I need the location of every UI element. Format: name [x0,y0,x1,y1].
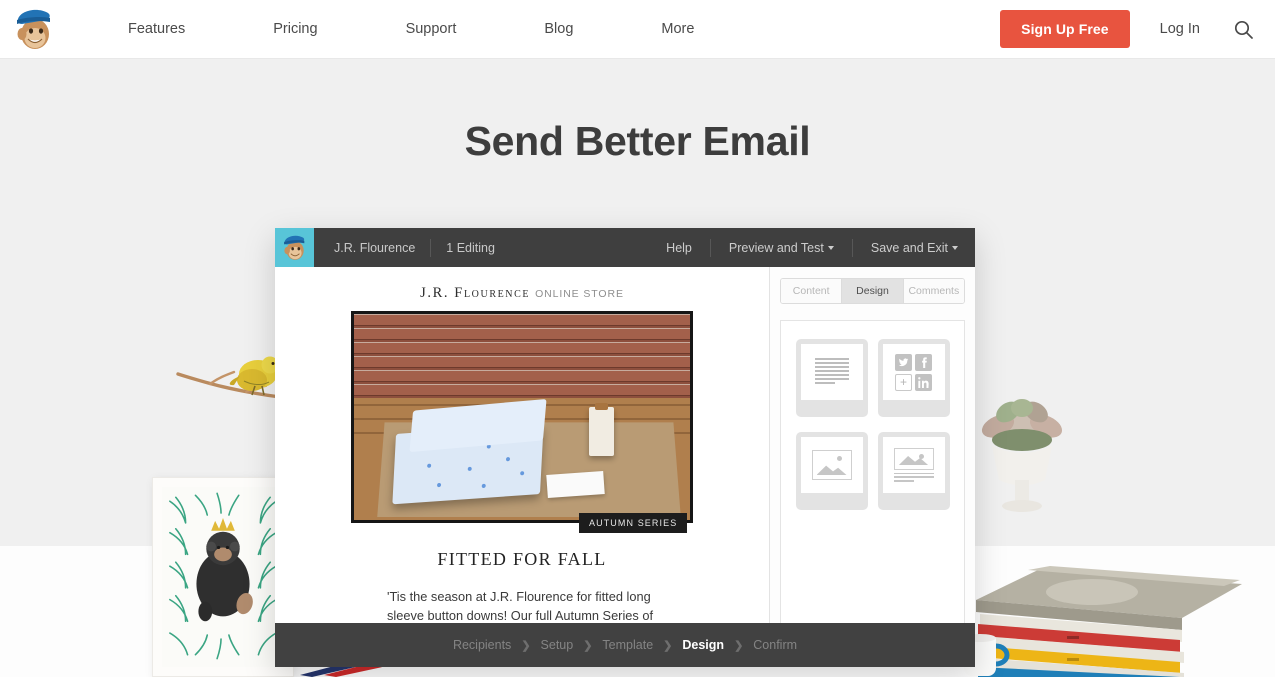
text-lines-icon [814,358,849,386]
block-image[interactable] [795,432,868,510]
nav-link-blog[interactable]: Blog [534,21,583,37]
nav-link-more[interactable]: More [651,21,704,37]
log-in-link[interactable]: Log In [1160,21,1200,37]
nav-link-support[interactable]: Support [396,21,467,37]
twitter-icon [895,353,912,371]
plus-icon: + [895,373,912,391]
image-icon [811,450,852,480]
campaign-wizard-breadcrumb: Recipients ❯ Setup ❯ Template ❯ Design ❯… [275,623,975,667]
tab-content[interactable]: Content [781,279,843,303]
campaign-editor-window: J.R. Flourence 1 Editing Help Preview an… [275,228,975,667]
wizard-separator: ❯ [521,639,531,652]
block-social-share[interactable]: + [877,339,950,417]
email-hero-image[interactable]: AUTUMN SERIES [351,311,693,533]
freddie-monkey-logo-icon [17,9,50,49]
save-and-exit-menu[interactable]: Save and Exit [868,241,961,255]
search-icon [1234,20,1253,39]
block-image-caption[interactable] [877,432,950,510]
page-root: Features Pricing Support Blog More Sign … [0,0,1275,677]
top-navigation-bar: Features Pricing Support Blog More Sign … [0,0,1275,59]
tab-comments[interactable]: Comments [903,279,964,303]
nav-link-pricing[interactable]: Pricing [263,21,327,37]
chevron-down-icon [827,246,834,251]
preview-and-test-label: Preview and Test [728,240,824,255]
toolbar-actions: Help Preview and Test Save and Exit [663,238,975,257]
nav-link-features[interactable]: Features [118,21,195,37]
editing-status: 1 Editing [446,240,495,255]
help-button[interactable]: Help [663,241,695,255]
design-sidebar: Content Design Comments + [769,267,975,667]
wizard-separator: ❯ [734,639,744,652]
framed-monkey-print-prop [152,477,294,677]
search-button[interactable] [1234,20,1253,39]
toolbar-divider [851,238,853,257]
nav-actions: Sign Up Free Log In [1000,10,1275,48]
twine-spool [589,402,615,457]
wizard-step-recipients[interactable]: Recipients [453,638,511,652]
wizard-step-template[interactable]: Template [602,638,653,652]
primary-nav-links: Features Pricing Support Blog More [118,21,704,37]
image-caption-icon [893,448,934,482]
editor-tab-bar: Content Design Comments [780,278,965,304]
toolbar-divider [430,238,432,257]
chevron-down-icon [952,246,958,251]
product-photo [354,314,690,520]
email-header: J.R. Flourence ONLINE STORE [275,267,769,311]
email-preview-pane[interactable]: J.R. Flourence ONLINE STORE AUTUMN SERIE… [275,267,769,667]
image-badge: AUTUMN SERIES [579,513,688,533]
email-store-label: ONLINE STORE [535,288,624,300]
content-blocks-panel: + [780,320,965,630]
wizard-step-confirm[interactable]: Confirm [753,638,797,652]
email-heading: FITTED FOR FALL [437,549,607,569]
wizard-separator: ❯ [663,639,673,652]
campaign-name: J.R. Flourence [334,240,416,255]
succulent-prop [981,399,1063,512]
wizard-step-design[interactable]: Design [682,638,724,652]
facebook-icon [915,353,932,371]
mailchimp-logo[interactable] [8,7,60,51]
sign-up-free-button[interactable]: Sign Up Free [1000,10,1130,48]
editor-toolbar: J.R. Flourence 1 Editing Help Preview an… [275,228,975,267]
linkedin-icon [915,373,932,391]
preview-and-test-menu[interactable]: Preview and Test [726,241,837,255]
wizard-step-setup[interactable]: Setup [541,638,574,652]
product-tag [546,470,606,498]
tab-design[interactable]: Design [842,279,904,303]
block-text[interactable] [795,339,868,417]
save-and-exit-label: Save and Exit [870,240,948,255]
email-brand-name: J.R. Flourence [420,285,531,301]
toolbar-divider [709,238,711,257]
page-title: Send Better Email [464,118,811,164]
freddie-monkey-logo-icon [284,235,305,260]
brick-wall-background [354,314,690,403]
editor-body: J.R. Flourence ONLINE STORE AUTUMN SERIE… [275,267,975,667]
email-body-text: 'Tis the season at J.R. Flourence for fi… [387,589,654,623]
wizard-separator: ❯ [583,639,593,652]
editor-logo-tile[interactable] [275,228,314,267]
